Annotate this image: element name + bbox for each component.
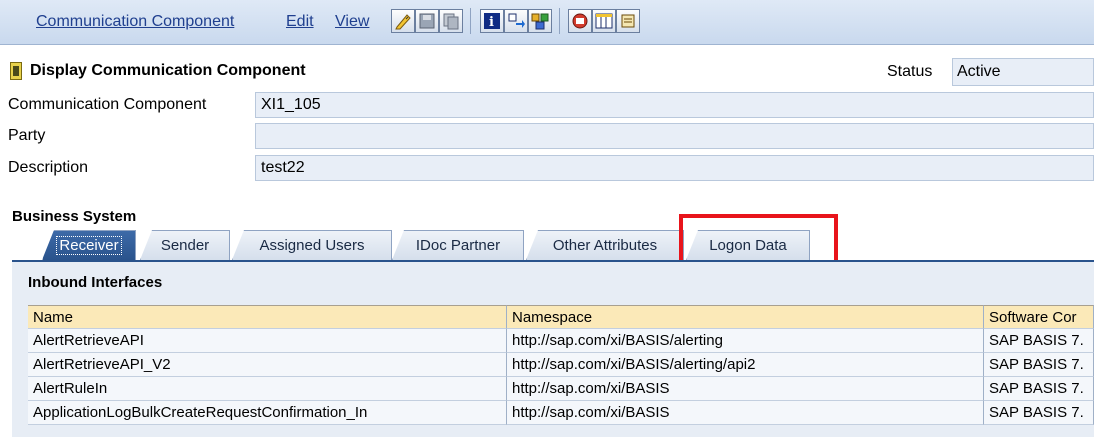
toolbar-separator [559, 8, 560, 34]
tab-sender-label: Sender [160, 237, 210, 254]
edit-pencil-icon[interactable] [391, 9, 415, 33]
table-cell-software-component[interactable]: SAP BASIS 7. [984, 353, 1094, 377]
navigate-icon[interactable] [504, 9, 528, 33]
communication-component-label: Communication Component [8, 96, 207, 113]
tab-other-attributes[interactable]: Other Attributes [526, 230, 684, 260]
table-cell-name[interactable]: AlertRetrieveAPI [28, 329, 507, 353]
table-cell-software-component[interactable]: SAP BASIS 7. [984, 329, 1094, 353]
tab-sender[interactable]: Sender [140, 230, 230, 260]
menu-edit[interactable]: Edit [286, 13, 314, 31]
column-header-namespace[interactable]: Namespace [507, 305, 984, 329]
columns-icon[interactable] [592, 9, 616, 33]
menu-view[interactable]: View [335, 13, 369, 31]
tab-assigned-users[interactable]: Assigned Users [232, 230, 392, 260]
tab-idoc-partner[interactable]: IDoc Partner [392, 230, 524, 260]
column-header-software-component[interactable]: Software Cor [984, 305, 1094, 329]
page-title: Display Communication Component [30, 62, 306, 79]
table-cell-name[interactable]: AlertRuleIn [28, 377, 507, 401]
table-cell-namespace[interactable]: http://sap.com/xi/BASIS [507, 377, 984, 401]
save-icon[interactable] [415, 9, 439, 33]
status-field: Active [952, 58, 1094, 86]
tab-other-attributes-label: Other Attributes [552, 237, 658, 254]
table-cell-name[interactable]: AlertRetrieveAPI_V2 [28, 353, 507, 377]
description-label: Description [8, 159, 89, 176]
compare-icon[interactable] [528, 9, 552, 33]
copy-icon[interactable] [439, 9, 463, 33]
menu-communication-component[interactable]: Communication Component [36, 13, 234, 31]
table-cell-software-component[interactable]: SAP BASIS 7. [984, 401, 1094, 425]
description-field[interactable]: test22 [255, 155, 1094, 181]
svg-text:i: i [489, 15, 494, 30]
section-title: Business System [12, 208, 137, 225]
tab-receiver[interactable]: Receiver [42, 230, 136, 260]
table-cell-namespace[interactable]: http://sap.com/xi/BASIS/alerting [507, 329, 984, 353]
tab-idoc-partner-label: IDoc Partner [415, 237, 501, 254]
tab-assigned-users-label: Assigned Users [259, 237, 365, 254]
party-field[interactable] [255, 123, 1094, 149]
table-cell-namespace[interactable]: http://sap.com/xi/BASIS [507, 401, 984, 425]
document-icon [10, 62, 22, 80]
scroll-icon[interactable] [616, 9, 640, 33]
table-cell-namespace[interactable]: http://sap.com/xi/BASIS/alerting/api2 [507, 353, 984, 377]
table-cell-name[interactable]: ApplicationLogBulkCreateRequestConfirmat… [28, 401, 507, 425]
info-icon[interactable]: i [480, 9, 504, 33]
toolbar-separator [470, 8, 471, 34]
communication-component-field[interactable]: XI1_105 [255, 92, 1094, 118]
table-cell-software-component[interactable]: SAP BASIS 7. [984, 377, 1094, 401]
print-icon[interactable] [568, 9, 592, 33]
menubar: Communication Component Edit View i [0, 0, 1094, 45]
tab-receiver-label: Receiver [56, 236, 122, 255]
status-label: Status [887, 63, 933, 80]
party-label: Party [8, 127, 46, 144]
panel-title: Inbound Interfaces [28, 274, 163, 291]
column-header-name[interactable]: Name [28, 305, 507, 329]
